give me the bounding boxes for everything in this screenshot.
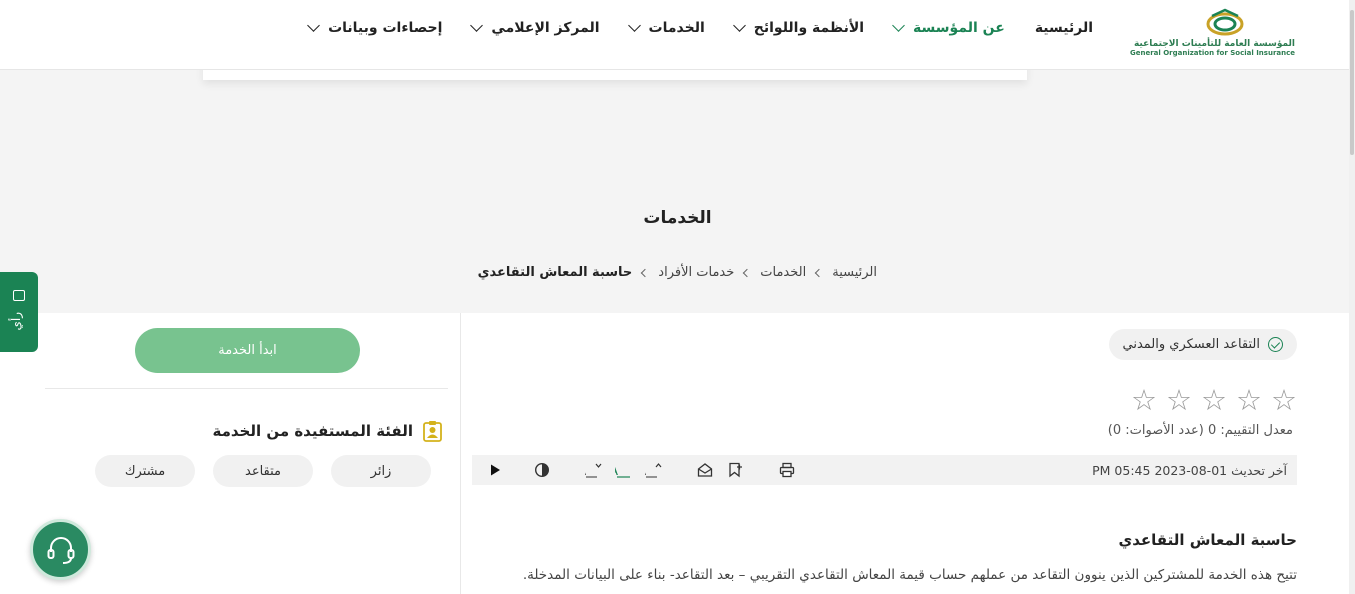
nav-item-media-center[interactable]: المركز الإعلامي — [470, 19, 600, 36]
breadcrumb-individual-services[interactable]: خدمات الأفراد — [658, 265, 734, 280]
main-nav: الرئيسية عن المؤسسة الأنظمة واللوائح الخ… — [307, 19, 1093, 36]
rating-summary: معدل التقييم: 0 (عدد الأصوات: 0) — [1107, 423, 1293, 438]
chevron-left-icon — [814, 268, 824, 277]
breadcrumb-current: حاسبة المعاش التقاعدي — [477, 265, 633, 280]
nav-label: الرئيسية — [1034, 20, 1093, 36]
chevron-left-icon — [743, 268, 752, 277]
chevron-down-icon — [892, 19, 905, 32]
logo-emblem-icon — [1206, 8, 1244, 36]
star-icon[interactable]: ☆ — [1271, 386, 1297, 415]
page-toolbar: آخر تحديث 01-08-2023 05:45 PM A A A — [472, 455, 1297, 485]
service-category-tag[interactable]: التقاعد العسكري والمدني — [1108, 329, 1297, 360]
nav-item-home[interactable]: الرئيسية — [1035, 20, 1093, 36]
nav-label: إحصاءات وبيانات — [328, 20, 443, 36]
chip-visitor[interactable]: زائر — [331, 455, 431, 487]
star-icon[interactable]: ☆ — [1201, 386, 1227, 415]
page-title: الخدمات — [643, 208, 712, 228]
increase-font-icon[interactable]: A — [645, 460, 663, 480]
svg-text:A: A — [585, 464, 586, 478]
scrollbar-thumb[interactable] — [1350, 10, 1354, 155]
nav-label: المركز الإعلامي — [491, 20, 600, 36]
breadcrumb: الرئيسية الخدمات خدمات الأفراد حاسبة الم… — [478, 265, 877, 280]
service-content: التقاعد العسكري والمدني ☆ ☆ ☆ ☆ ☆ معدل ا… — [0, 313, 1349, 594]
star-icon[interactable]: ☆ — [1166, 386, 1192, 415]
feedback-label: رأي — [9, 312, 23, 331]
nav-item-regulations[interactable]: الأنظمة واللوائح — [732, 19, 865, 36]
logo-english-text: General Organization for Social Insuranc… — [1129, 49, 1295, 57]
site-header: المؤسسة العامة للتأمينات الاجتماعية Gene… — [0, 0, 1355, 70]
bookmark-icon[interactable] — [727, 460, 743, 480]
rating-stars: ☆ ☆ ☆ ☆ ☆ — [1131, 386, 1297, 415]
chevron-down-icon — [627, 19, 641, 32]
star-icon[interactable]: ☆ — [1131, 386, 1157, 415]
play-icon[interactable] — [488, 460, 502, 480]
headset-icon — [47, 536, 74, 564]
beneficiary-title: الفئة المستفيدة من الخدمة — [212, 422, 413, 440]
breadcrumb-services[interactable]: الخدمات — [760, 265, 806, 280]
font-icon[interactable]: A — [615, 460, 633, 480]
check-circle-icon — [1268, 337, 1283, 352]
chevron-down-icon — [307, 19, 320, 32]
help-support-button[interactable] — [30, 519, 91, 580]
gosi-logo[interactable]: المؤسسة العامة للتأمينات الاجتماعية Gene… — [1129, 8, 1295, 64]
last-updated: آخر تحديث 01-08-2023 05:45 PM — [1092, 463, 1287, 478]
page-scrollbar[interactable] — [1349, 0, 1355, 594]
beneficiary-chips: زائر متقاعد مشترك — [95, 455, 431, 487]
chevron-left-icon — [641, 268, 650, 277]
column-divider — [460, 313, 461, 594]
feedback-icon — [13, 290, 25, 301]
nav-item-about[interactable]: عن المؤسسة — [892, 19, 1005, 36]
star-icon[interactable]: ☆ — [1236, 386, 1262, 415]
person-badge-icon — [423, 420, 442, 442]
nav-label: الخدمات — [648, 20, 705, 36]
email-icon[interactable] — [697, 460, 713, 480]
breadcrumb-home[interactable]: الرئيسية — [832, 265, 877, 280]
nav-item-services[interactable]: الخدمات — [627, 19, 705, 36]
svg-text:A: A — [645, 464, 646, 478]
nav-label: عن المؤسسة — [913, 20, 1005, 36]
svg-text:A: A — [615, 464, 618, 478]
service-description: تتيح هذه الخدمة للمشتركين الذين ينوون ال… — [522, 567, 1297, 583]
nav-item-statistics[interactable]: إحصاءات وبيانات — [307, 19, 443, 36]
sidebar-divider — [45, 388, 448, 389]
feedback-tab[interactable]: رأي — [0, 272, 38, 352]
logo-arabic-text: المؤسسة العامة للتأمينات الاجتماعية — [1133, 39, 1295, 49]
chip-subscriber[interactable]: مشترك — [95, 455, 195, 487]
chip-retiree[interactable]: متقاعد — [213, 455, 313, 487]
start-service-button[interactable]: ابدأ الخدمة — [135, 328, 360, 373]
beneficiary-heading: الفئة المستفيدة من الخدمة — [212, 420, 442, 442]
section-title: حاسبة المعاش التقاعدي — [1118, 531, 1297, 549]
chevron-down-icon — [732, 19, 746, 32]
tag-label: التقاعد العسكري والمدني — [1122, 337, 1261, 352]
print-icon[interactable] — [779, 460, 795, 480]
decrease-font-icon[interactable]: A — [585, 460, 603, 480]
nav-label: الأنظمة واللوائح — [753, 20, 865, 36]
contrast-icon[interactable] — [534, 460, 550, 480]
chevron-down-icon — [470, 19, 484, 32]
